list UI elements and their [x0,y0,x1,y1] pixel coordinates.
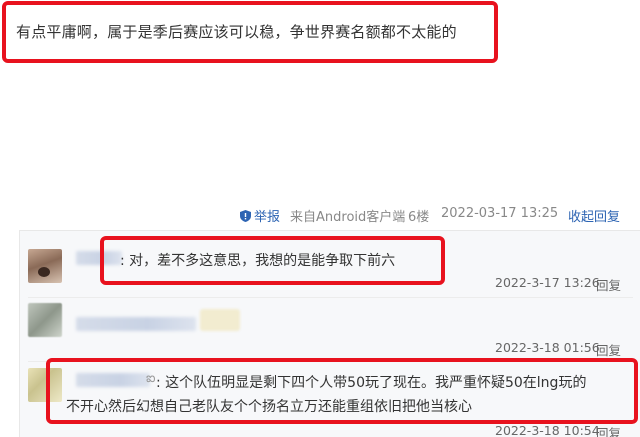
avatar[interactable] [28,249,62,283]
blurred-content [200,309,240,331]
reply-button[interactable]: 回复 [596,275,621,294]
reply-button[interactable]: 回复 [596,340,621,359]
reply-text: : 对，差不多这意思，我想的是能争取下前六 [120,253,396,269]
reply-item: 2022-3-18 01:56 回复 [20,297,640,359]
username[interactable] [76,373,150,387]
avatar[interactable] [28,303,62,337]
post-meta-bar: 举报 来自Android客户端 6楼 2022-03-17 13:25 收起回复 [0,204,640,226]
reply-date: 2022-3-18 10:54 [495,423,600,437]
reply-button[interactable]: 回复 [596,423,621,437]
floor-number: 6楼 [408,210,430,225]
post-content: 有点平庸啊，属于是季后赛应该可以稳，争世界赛名额都不太能的 [16,23,457,41]
avatar[interactable] [28,368,62,402]
reply-item: ఐ : 这个队伍明显是剩下四个人带50玩了现在。我严重怀疑50在lng玩的 不开… [20,361,640,437]
post-timestamp: 2022-03-17 13:25 [441,206,559,221]
shield-icon [240,210,251,222]
reply-date: 2022-3-18 01:56 [495,340,600,355]
username[interactable] [76,251,122,265]
reply-panel: : 对，差不多这意思，我想的是能争取下前六 2022-3-17 13:26 回复… [19,230,640,437]
reply-text-line2: 不开心然后幻想自己老队友个个扬名立万还能重组依旧把他当核心 [66,399,472,415]
collapse-replies-link[interactable]: 收起回复 [568,206,620,225]
main-post: 有点平庸啊，属于是季后赛应该可以稳，争世界赛名额都不太能的 [0,0,640,200]
reply-item: : 对，差不多这意思，我想的是能争取下前六 2022-3-17 13:26 回复 [20,231,640,301]
report-label: 举报 [254,210,281,225]
reply-date: 2022-3-17 13:26 [495,275,600,290]
source-label: 来自Android客户端 [290,210,406,225]
report-link[interactable]: 举报 [240,206,280,225]
emoji-icon: ఐ [146,371,156,386]
username[interactable] [76,317,196,331]
reply-text-line1: : 这个队伍明显是剩下四个人带50玩了现在。我严重怀疑50在lng玩的 [156,375,587,391]
